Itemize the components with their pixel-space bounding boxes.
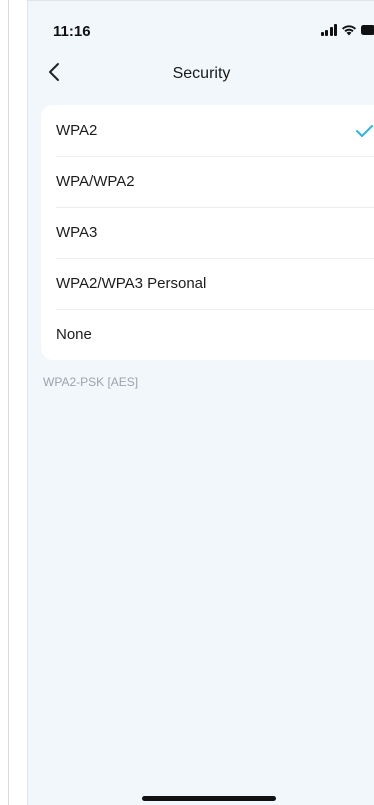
security-option-wpa-wpa2[interactable]: WPA/WPA2 — [41, 156, 374, 207]
screen: 11:16 Security WPA2 WPA/WPA2 WPA3 WPA2/W… — [0, 0, 374, 805]
signal-icon — [320, 24, 337, 36]
navigation-bar: Security — [28, 57, 374, 93]
security-option-none[interactable]: None — [41, 309, 374, 360]
divider — [8, 0, 9, 805]
checkmark-icon — [355, 123, 374, 139]
phone-screen: 11:16 Security WPA2 WPA/WPA2 WPA3 WPA2/W… — [27, 0, 374, 805]
option-label: None — [56, 326, 92, 343]
encryption-footnote: WPA2-PSK [AES] — [43, 375, 139, 389]
option-label: WPA/WPA2 — [56, 173, 135, 190]
security-option-wpa2[interactable]: WPA2 — [41, 105, 374, 156]
status-time: 11:16 — [53, 23, 91, 40]
option-label: WPA2 — [56, 122, 98, 139]
battery-icon — [361, 24, 374, 36]
security-option-wpa2-wpa3-personal[interactable]: WPA2/WPA3 Personal — [41, 258, 374, 309]
status-bar: 11:16 — [28, 1, 374, 45]
wifi-icon — [341, 24, 357, 36]
home-indicator[interactable] — [142, 796, 276, 801]
security-option-wpa3[interactable]: WPA3 — [41, 207, 374, 258]
security-options-list: WPA2 WPA/WPA2 WPA3 WPA2/WPA3 Personal No… — [41, 105, 374, 360]
page-title: Security — [172, 65, 231, 82]
option-label: WPA2/WPA3 Personal — [56, 275, 207, 292]
status-icons — [320, 23, 374, 37]
option-label: WPA3 — [56, 224, 98, 241]
